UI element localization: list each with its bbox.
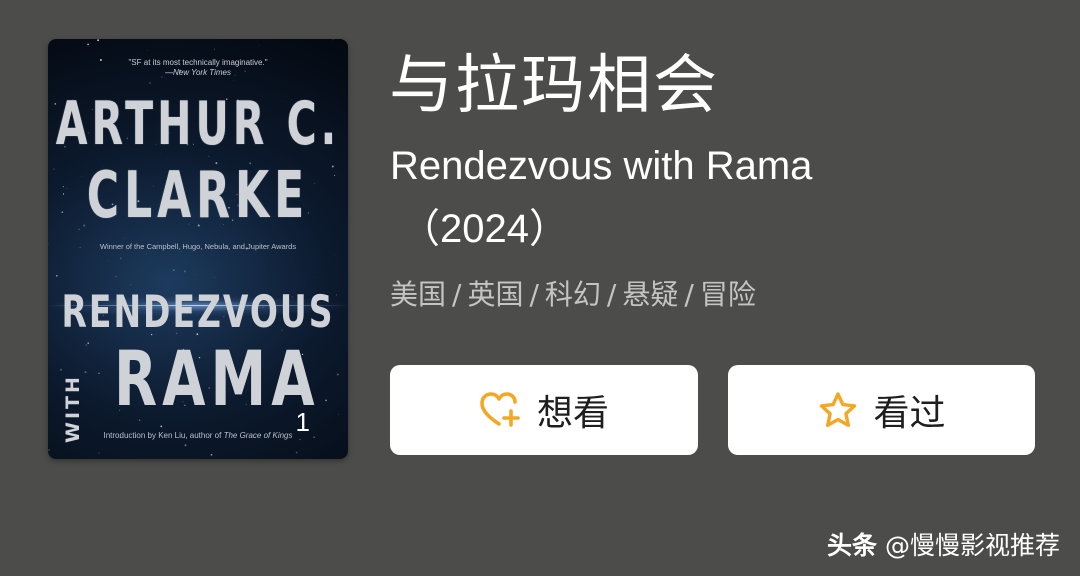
watched-label: 看过: [873, 393, 946, 434]
watermark: 头条 @慢慢影视推荐: [827, 530, 1060, 562]
cover-author-line2: CLARKE: [86, 159, 310, 233]
movie-year: （2024）: [400, 207, 569, 251]
genre-tags: 美国 / 英国 / 科幻 / 悬疑 / 冒险: [390, 276, 756, 314]
tag-genre-adventure[interactable]: 冒险: [700, 278, 756, 311]
star-icon: [817, 390, 859, 430]
heart-plus-icon: [479, 390, 523, 430]
tag-separator: /: [452, 278, 462, 311]
tag-genre-mystery[interactable]: 悬疑: [622, 278, 678, 311]
image-page-number: 1: [295, 407, 310, 437]
cover-title-line1: RENDEZVOUS: [61, 285, 335, 338]
cover-author-line1: ARTHUR C.: [55, 89, 341, 159]
cover-quote: "SF at its most technically imaginative.…: [128, 58, 268, 67]
tag-country-uk[interactable]: 英国: [467, 278, 523, 311]
tag-separator: /: [684, 278, 694, 311]
cover-awards: Winner of the Campbell, Hugo, Nebula, an…: [99, 242, 297, 251]
tag-separator: /: [606, 278, 617, 311]
tag-country-us[interactable]: 美国: [390, 278, 446, 311]
want-to-watch-label: 想看: [536, 393, 609, 434]
cover-intro-book: The Grace of Kings: [223, 431, 293, 440]
cover-intro-prefix: Introduction by Ken Liu, author of: [103, 431, 224, 440]
book-cover[interactable]: "SF at its most technically imaginative.…: [48, 39, 348, 459]
watched-button[interactable]: 看过: [728, 365, 1035, 455]
want-to-watch-button[interactable]: 想看: [390, 365, 698, 455]
watermark-handle: @慢慢影视推荐: [884, 531, 1060, 560]
cover-quote-source: —New York Times: [164, 68, 232, 77]
watermark-brand: 头条: [827, 531, 878, 560]
movie-title-english: Rendezvous with Rama: [390, 144, 813, 188]
tag-genre-scifi[interactable]: 科幻: [545, 278, 601, 311]
movie-title-chinese: 与拉玛相会: [389, 49, 719, 123]
cover-title-line2: RAMA: [114, 336, 320, 424]
tag-separator: /: [529, 278, 539, 311]
